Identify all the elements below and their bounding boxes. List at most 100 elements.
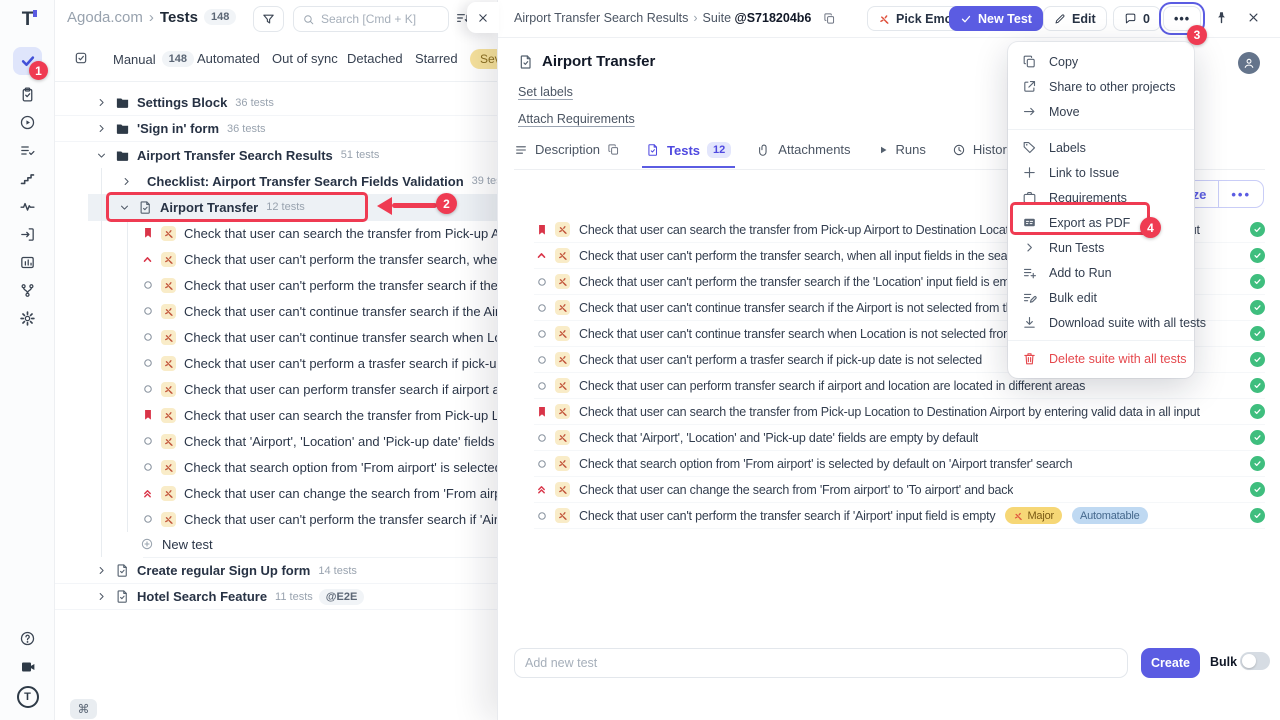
tab-history[interactable]: History bbox=[952, 142, 1013, 166]
tree-test-row[interactable]: Check that user can't perform the transf… bbox=[55, 272, 497, 298]
test-row[interactable]: Check that 'Airport', 'Location' and 'Pi… bbox=[534, 425, 1265, 451]
tab-tests[interactable]: Tests 12 bbox=[646, 142, 731, 167]
tree-suite-airport-results[interactable]: Airport Transfer Search Results 51 tests bbox=[55, 142, 497, 168]
rail-item-branches[interactable] bbox=[13, 276, 42, 304]
rail-item-reports[interactable] bbox=[13, 248, 42, 276]
chevron-right-icon[interactable] bbox=[95, 122, 108, 135]
pin-icon[interactable] bbox=[1214, 10, 1229, 25]
chevron-right-icon[interactable] bbox=[120, 175, 133, 188]
app-logo[interactable]: T bbox=[13, 6, 42, 34]
rail-item-analytics[interactable] bbox=[13, 192, 42, 220]
set-labels-link[interactable]: Set labels bbox=[518, 85, 573, 99]
breadcrumb-project[interactable]: Agoda.com bbox=[67, 9, 143, 26]
new-test-button-header[interactable]: New Test bbox=[949, 6, 1043, 31]
tree-suite-checklist[interactable]: Checklist: Airport Transfer Search Field… bbox=[55, 168, 497, 194]
menu-item-link-to-issue[interactable]: Link to Issue bbox=[1008, 160, 1194, 185]
menu-item-copy[interactable]: Copy bbox=[1008, 49, 1194, 74]
tree-suite-hotel-search[interactable]: Hotel Search Feature 11 tests @E2E bbox=[55, 584, 497, 610]
tab-runs[interactable]: Runs bbox=[877, 142, 926, 166]
rail-item-help[interactable] bbox=[13, 624, 42, 652]
copy-id-icon[interactable] bbox=[823, 12, 836, 25]
keyboard-shortcuts-button[interactable]: ⌘ bbox=[70, 699, 97, 719]
filter-tab-detached[interactable]: Detached bbox=[347, 51, 403, 66]
tree-test-row[interactable]: Check that search option from 'From airp… bbox=[55, 454, 497, 480]
filter-tab-manual[interactable]: Manual148 bbox=[113, 51, 194, 67]
summarize-more-button[interactable]: ••• bbox=[1218, 181, 1263, 207]
tree-test-row[interactable]: Check that user can't continue transfer … bbox=[55, 324, 497, 350]
test-title: Check that user can't perform the transf… bbox=[579, 275, 1026, 289]
chevron-right-icon[interactable] bbox=[95, 590, 108, 603]
chevron-right-icon[interactable] bbox=[95, 564, 108, 577]
chevron-down-icon[interactable] bbox=[95, 149, 108, 162]
menu-item-download-suite[interactable]: Download suite with all tests bbox=[1008, 310, 1194, 335]
avatar[interactable] bbox=[1238, 52, 1260, 74]
tree-suite-create-signup[interactable]: Create regular Sign Up form 14 tests bbox=[55, 558, 497, 584]
priority-high-icon bbox=[140, 408, 155, 422]
filter-button[interactable] bbox=[253, 6, 284, 32]
tree-test-row[interactable]: Check that user can search the transfer … bbox=[55, 402, 497, 428]
priority-normal-icon bbox=[140, 383, 155, 395]
tree-test-row[interactable]: Check that user can't perform a trasfer … bbox=[55, 350, 497, 376]
tree-test-row[interactable]: Check that user can't perform the transf… bbox=[55, 506, 497, 532]
rail-item-import[interactable] bbox=[13, 220, 42, 248]
filter-tab-out-of-sync[interactable]: Out of sync bbox=[272, 51, 338, 66]
tree-test-row[interactable]: Check that user can change the search fr… bbox=[55, 480, 497, 506]
priority-normal-icon bbox=[534, 328, 549, 340]
test-row[interactable]: Check that user can't perform the transf… bbox=[534, 503, 1265, 529]
chevron-right-icon[interactable] bbox=[95, 96, 108, 109]
menu-item-share[interactable]: Share to other projects bbox=[1008, 74, 1194, 99]
select-all-icon[interactable] bbox=[73, 50, 89, 66]
new-test-button[interactable]: New test bbox=[55, 531, 497, 557]
create-button[interactable]: Create bbox=[1141, 648, 1200, 678]
suite-count: 36 tests bbox=[227, 123, 266, 135]
test-row[interactable]: Check that user can search the transfer … bbox=[534, 399, 1265, 425]
filter-tab-automated[interactable]: Automated bbox=[197, 51, 260, 66]
filter-tab-starred[interactable]: Starred bbox=[415, 51, 458, 66]
rail-item-runs[interactable] bbox=[13, 108, 42, 136]
folder-icon bbox=[115, 121, 130, 136]
suite-breadcrumb-parent[interactable]: Airport Transfer Search Results bbox=[514, 11, 688, 25]
close-panel-icon[interactable] bbox=[1246, 10, 1261, 25]
play-circle-icon bbox=[19, 114, 36, 131]
menu-item-labels[interactable]: Labels bbox=[1008, 135, 1194, 160]
bulk-toggle[interactable] bbox=[1240, 652, 1270, 670]
tree-suite-sign-in-form[interactable]: 'Sign in' form 36 tests bbox=[55, 116, 497, 142]
test-row[interactable]: Check that user can change the search fr… bbox=[534, 477, 1265, 503]
tab-description[interactable]: Description bbox=[514, 142, 620, 166]
tree-test-row[interactable]: Check that 'Airport', 'Location' and 'Pi… bbox=[55, 428, 497, 454]
tree-suite-settings-block[interactable]: Settings Block 36 tests bbox=[55, 90, 497, 116]
file-check-icon bbox=[115, 589, 130, 604]
menu-item-run-tests[interactable]: Run Tests bbox=[1008, 235, 1194, 260]
edit-button[interactable]: Edit bbox=[1043, 6, 1107, 31]
rail-item-tutorials[interactable] bbox=[13, 653, 42, 681]
rail-item-milestones[interactable] bbox=[13, 164, 42, 192]
menu-item-bulk-edit[interactable]: Bulk edit bbox=[1008, 285, 1194, 310]
tree-test-row[interactable]: Check that user can search the transfer … bbox=[55, 220, 497, 246]
close-panel-tab-button[interactable] bbox=[467, 2, 499, 33]
menu-item-add-to-run[interactable]: Add to Run bbox=[1008, 260, 1194, 285]
command-icon: ⌘ bbox=[78, 702, 90, 716]
menu-item-move[interactable]: Move bbox=[1008, 99, 1194, 124]
copy-icon[interactable] bbox=[607, 143, 620, 156]
test-row[interactable]: Check that search option from 'From airp… bbox=[534, 451, 1265, 477]
comments-button[interactable]: 0 bbox=[1113, 6, 1161, 31]
filter-tab-severity[interactable]: Severity bbox=[470, 49, 497, 69]
rail-item-brand[interactable]: T bbox=[13, 683, 42, 711]
rail-item-plans[interactable] bbox=[13, 80, 42, 108]
test-title: Check that user can't continue transfer … bbox=[579, 301, 1037, 315]
search-input[interactable] bbox=[321, 12, 431, 26]
tree-test-row[interactable]: Check that user can perform transfer sea… bbox=[55, 376, 497, 402]
tree-test-row[interactable]: Check that user can't continue transfer … bbox=[55, 298, 497, 324]
menu-item-delete-suite[interactable]: Delete suite with all tests bbox=[1008, 346, 1194, 371]
priority-normal-icon bbox=[534, 276, 549, 288]
branch-icon bbox=[19, 282, 36, 299]
plus-icon bbox=[1022, 165, 1038, 180]
breadcrumb-section[interactable]: Tests bbox=[160, 9, 198, 26]
list-icon bbox=[514, 143, 528, 157]
tab-attachments[interactable]: Attachments bbox=[757, 142, 850, 166]
attach-requirements-link[interactable]: Attach Requirements bbox=[518, 112, 635, 126]
add-new-test-input[interactable] bbox=[525, 656, 1117, 670]
rail-item-settings[interactable] bbox=[13, 304, 42, 332]
tree-test-row[interactable]: Check that user can't perform the transf… bbox=[55, 246, 497, 272]
rail-item-checklists[interactable] bbox=[13, 136, 42, 164]
